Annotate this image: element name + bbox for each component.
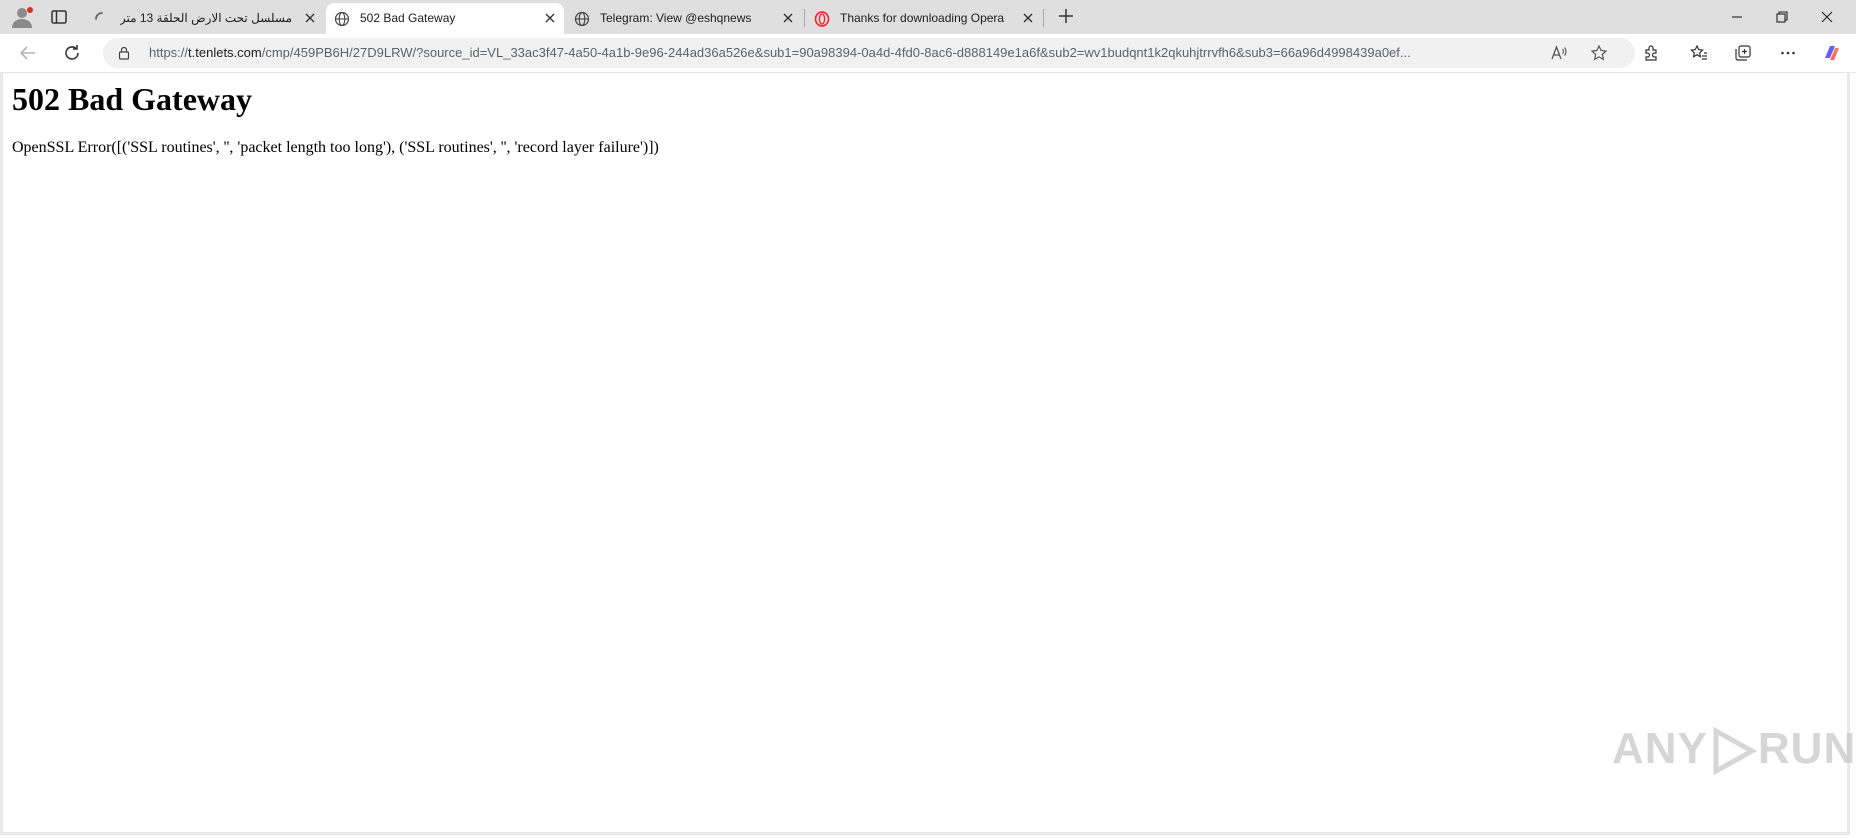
- close-tab-icon[interactable]: [1020, 10, 1036, 26]
- loading-spinner-icon: [95, 12, 103, 20]
- tab-title: Telegram: View @eshqnews: [600, 11, 752, 25]
- close-window-icon[interactable]: [1818, 8, 1836, 26]
- tab-title: مسلسل تحت الارض الحلقة 13 مترجمة: [120, 11, 292, 25]
- favorite-star-icon[interactable]: [1590, 44, 1608, 62]
- refresh-icon[interactable]: [62, 43, 82, 63]
- close-tab-icon[interactable]: [780, 10, 796, 26]
- navigation-toolbar: https://t.tenlets.com/cmp/459PB6H/27D9LR…: [0, 34, 1856, 73]
- opera-icon: [814, 11, 830, 27]
- tab-separator: [804, 9, 805, 27]
- extensions-icon[interactable]: [1642, 44, 1660, 62]
- restore-icon[interactable]: [1773, 8, 1791, 26]
- page-content: 502 Bad Gateway OpenSSL Error([('SSL rou…: [0, 73, 1850, 835]
- tab-opera[interactable]: Thanks for downloading Opera: [806, 3, 1042, 34]
- read-aloud-icon[interactable]: [1550, 44, 1568, 62]
- watermark-text-left: ANY: [1612, 724, 1708, 773]
- error-heading: 502 Bad Gateway: [12, 81, 252, 117]
- collections-icon[interactable]: [1734, 44, 1752, 62]
- anyrun-watermark: ANY RUN: [1612, 724, 1856, 776]
- tab-separator: [1043, 9, 1044, 27]
- play-icon: [1713, 727, 1758, 776]
- close-tab-icon[interactable]: [302, 10, 318, 26]
- url-prefix: https://: [149, 45, 189, 60]
- tab-title: Thanks for downloading Opera: [840, 11, 1005, 25]
- new-tab-icon[interactable]: [1056, 6, 1076, 26]
- tab-actions-icon[interactable]: [50, 8, 68, 26]
- notification-badge: [27, 7, 33, 13]
- minimize-icon[interactable]: [1728, 8, 1746, 26]
- watermark-text-right: RUN: [1757, 724, 1856, 773]
- url-host: t.tenlets.com: [188, 45, 262, 60]
- favorites-icon[interactable]: [1690, 44, 1708, 62]
- tab-502-bad-gateway[interactable]: 502 Bad Gateway: [326, 3, 564, 34]
- copilot-icon[interactable]: [1821, 42, 1843, 64]
- more-options-icon[interactable]: [1779, 44, 1797, 62]
- tab-arabic-series[interactable]: مسلسل تحت الارض الحلقة 13 مترجمة: [86, 3, 324, 34]
- tab-title: 502 Bad Gateway: [360, 11, 456, 25]
- url-path: /cmp/459PB6H/27D9LRW/?source_id=VL_33ac3…: [261, 45, 1411, 60]
- tab-strip: مسلسل تحت الارض الحلقة 13 مترجمة 502 Bad…: [0, 0, 1856, 34]
- close-tab-icon[interactable]: [542, 10, 558, 26]
- globe-icon: [334, 11, 350, 27]
- url-text[interactable]: https://t.tenlets.com/cmp/459PB6H/27D9LR…: [149, 45, 1529, 60]
- globe-icon: [574, 11, 590, 27]
- back-arrow-icon[interactable]: [18, 43, 38, 63]
- tab-telegram[interactable]: Telegram: View @eshqnews: [566, 3, 802, 34]
- error-message: OpenSSL Error([('SSL routines', '', 'pac…: [12, 139, 659, 156]
- lock-icon[interactable]: [117, 46, 131, 60]
- address-bar[interactable]: https://t.tenlets.com/cmp/459PB6H/27D9LR…: [103, 38, 1635, 68]
